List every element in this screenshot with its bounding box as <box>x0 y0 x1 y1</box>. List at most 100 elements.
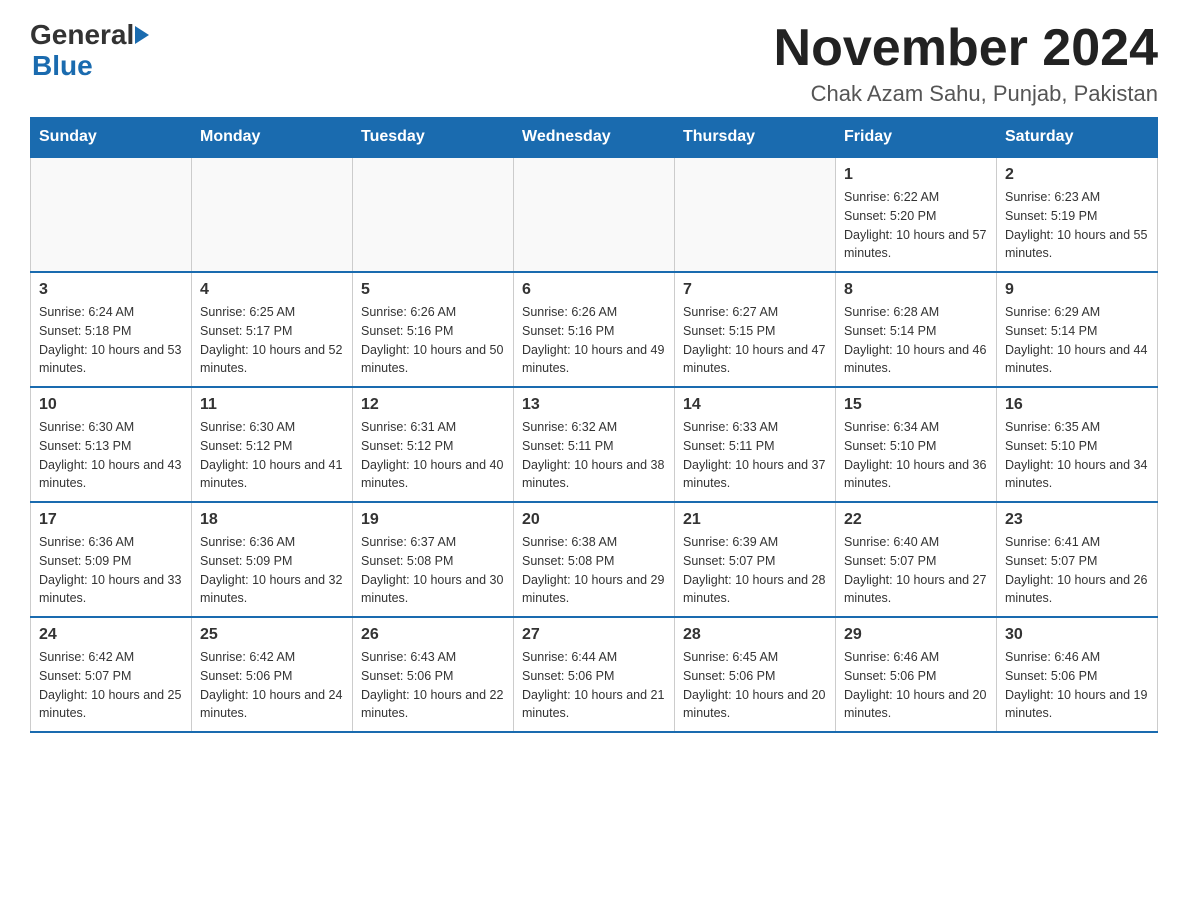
day-number: 28 <box>683 626 827 644</box>
day-info: Sunrise: 6:30 AMSunset: 5:13 PMDaylight:… <box>39 418 183 493</box>
day-info: Sunrise: 6:38 AMSunset: 5:08 PMDaylight:… <box>522 533 666 608</box>
calendar-day-header: Friday <box>836 118 997 158</box>
calendar-day-header: Tuesday <box>353 118 514 158</box>
day-info: Sunrise: 6:42 AMSunset: 5:06 PMDaylight:… <box>200 648 344 723</box>
day-info: Sunrise: 6:23 AMSunset: 5:19 PMDaylight:… <box>1005 188 1149 263</box>
day-info: Sunrise: 6:45 AMSunset: 5:06 PMDaylight:… <box>683 648 827 723</box>
day-info: Sunrise: 6:29 AMSunset: 5:14 PMDaylight:… <box>1005 303 1149 378</box>
day-info: Sunrise: 6:39 AMSunset: 5:07 PMDaylight:… <box>683 533 827 608</box>
table-row: 2 Sunrise: 6:23 AMSunset: 5:19 PMDaylight… <box>997 157 1158 272</box>
day-info: Sunrise: 6:37 AMSunset: 5:08 PMDaylight:… <box>361 533 505 608</box>
day-info: Sunrise: 6:32 AMSunset: 5:11 PMDaylight:… <box>522 418 666 493</box>
calendar-table: SundayMondayTuesdayWednesdayThursdayFrid… <box>30 117 1158 733</box>
day-number: 15 <box>844 396 988 414</box>
day-number: 10 <box>39 396 183 414</box>
day-info: Sunrise: 6:43 AMSunset: 5:06 PMDaylight:… <box>361 648 505 723</box>
day-info: Sunrise: 6:34 AMSunset: 5:10 PMDaylight:… <box>844 418 988 493</box>
table-row: 29Sunrise: 6:46 AMSunset: 5:06 PMDayligh… <box>836 617 997 732</box>
table-row: 4 Sunrise: 6:25 AMSunset: 5:17 PMDaylight… <box>192 272 353 387</box>
day-number: 22 <box>844 511 988 529</box>
day-number: 29 <box>844 626 988 644</box>
logo-general-text: General <box>30 20 134 51</box>
calendar-week-row: 1 Sunrise: 6:22 AMSunset: 5:20 PMDaylight… <box>31 157 1158 272</box>
day-number: 14 <box>683 396 827 414</box>
day-info: Sunrise: 6:31 AMSunset: 5:12 PMDaylight:… <box>361 418 505 493</box>
page-header: General Blue November 2024 Chak Azam Sah… <box>30 20 1158 107</box>
day-info: Sunrise: 6:41 AMSunset: 5:07 PMDaylight:… <box>1005 533 1149 608</box>
table-row <box>353 157 514 272</box>
day-info: Sunrise: 6:44 AMSunset: 5:06 PMDaylight:… <box>522 648 666 723</box>
calendar-day-header: Thursday <box>675 118 836 158</box>
calendar-week-row: 3Sunrise: 6:24 AMSunset: 5:18 PMDaylight… <box>31 272 1158 387</box>
table-row <box>514 157 675 272</box>
day-number: 19 <box>361 511 505 529</box>
table-row <box>192 157 353 272</box>
table-row: 1 Sunrise: 6:22 AMSunset: 5:20 PMDaylight… <box>836 157 997 272</box>
logo-triangle-icon <box>135 26 149 44</box>
logo-blue-text: Blue <box>32 51 93 82</box>
day-number: 11 <box>200 396 344 414</box>
day-number: 8 <box>844 281 988 299</box>
subtitle: Chak Azam Sahu, Punjab, Pakistan <box>774 81 1158 107</box>
day-number: 4 <box>200 281 344 299</box>
table-row: 13Sunrise: 6:32 AMSunset: 5:11 PMDayligh… <box>514 387 675 502</box>
calendar-header: SundayMondayTuesdayWednesdayThursdayFrid… <box>31 118 1158 158</box>
calendar-day-header: Sunday <box>31 118 192 158</box>
table-row: 15 Sunrise: 6:34 AMSunset: 5:10 PMDayligh… <box>836 387 997 502</box>
day-info: Sunrise: 6:40 AMSunset: 5:07 PMDaylight:… <box>844 533 988 608</box>
table-row: 5 Sunrise: 6:26 AMSunset: 5:16 PMDaylight… <box>353 272 514 387</box>
day-number: 24 <box>39 626 183 644</box>
logo: General Blue <box>30 20 150 82</box>
day-info: Sunrise: 6:42 AMSunset: 5:07 PMDaylight:… <box>39 648 183 723</box>
day-info: Sunrise: 6:25 AMSunset: 5:17 PMDaylight:… <box>200 303 344 378</box>
table-row: 25 Sunrise: 6:42 AMSunset: 5:06 PMDayligh… <box>192 617 353 732</box>
day-number: 16 <box>1005 396 1149 414</box>
title-section: November 2024 Chak Azam Sahu, Punjab, Pa… <box>774 20 1158 107</box>
day-info: Sunrise: 6:36 AMSunset: 5:09 PMDaylight:… <box>39 533 183 608</box>
day-info: Sunrise: 6:30 AMSunset: 5:12 PMDaylight:… <box>200 418 344 493</box>
day-number: 5 <box>361 281 505 299</box>
table-row: 12 Sunrise: 6:31 AMSunset: 5:12 PMDayligh… <box>353 387 514 502</box>
table-row: 7 Sunrise: 6:27 AMSunset: 5:15 PMDaylight… <box>675 272 836 387</box>
day-info: Sunrise: 6:27 AMSunset: 5:15 PMDaylight:… <box>683 303 827 378</box>
day-number: 17 <box>39 511 183 529</box>
day-number: 27 <box>522 626 666 644</box>
calendar-day-header: Saturday <box>997 118 1158 158</box>
day-info: Sunrise: 6:46 AMSunset: 5:06 PMDaylight:… <box>1005 648 1149 723</box>
day-info: Sunrise: 6:26 AMSunset: 5:16 PMDaylight:… <box>522 303 666 378</box>
day-number: 9 <box>1005 281 1149 299</box>
day-number: 2 <box>1005 166 1149 184</box>
day-info: Sunrise: 6:26 AMSunset: 5:16 PMDaylight:… <box>361 303 505 378</box>
day-number: 6 <box>522 281 666 299</box>
day-info: Sunrise: 6:22 AMSunset: 5:20 PMDaylight:… <box>844 188 988 263</box>
table-row: 18Sunrise: 6:36 AMSunset: 5:09 PMDayligh… <box>192 502 353 617</box>
table-row: 6 Sunrise: 6:26 AMSunset: 5:16 PMDaylight… <box>514 272 675 387</box>
table-row: 3Sunrise: 6:24 AMSunset: 5:18 PMDaylight… <box>31 272 192 387</box>
table-row <box>31 157 192 272</box>
day-number: 30 <box>1005 626 1149 644</box>
table-row: 20Sunrise: 6:38 AMSunset: 5:08 PMDayligh… <box>514 502 675 617</box>
main-title: November 2024 <box>774 20 1158 77</box>
day-number: 3 <box>39 281 183 299</box>
day-number: 1 <box>844 166 988 184</box>
day-number: 25 <box>200 626 344 644</box>
day-number: 7 <box>683 281 827 299</box>
day-number: 23 <box>1005 511 1149 529</box>
calendar-week-row: 24 Sunrise: 6:42 AMSunset: 5:07 PMDayligh… <box>31 617 1158 732</box>
day-number: 12 <box>361 396 505 414</box>
calendar-day-header: Wednesday <box>514 118 675 158</box>
table-row: 8Sunrise: 6:28 AMSunset: 5:14 PMDaylight… <box>836 272 997 387</box>
calendar-body: 1 Sunrise: 6:22 AMSunset: 5:20 PMDaylight… <box>31 157 1158 732</box>
table-row: 30 Sunrise: 6:46 AMSunset: 5:06 PMDayligh… <box>997 617 1158 732</box>
table-row: 19 Sunrise: 6:37 AMSunset: 5:08 PMDayligh… <box>353 502 514 617</box>
table-row: 14Sunrise: 6:33 AMSunset: 5:11 PMDayligh… <box>675 387 836 502</box>
calendar-week-row: 17 Sunrise: 6:36 AMSunset: 5:09 PMDayligh… <box>31 502 1158 617</box>
table-row: 26 Sunrise: 6:43 AMSunset: 5:06 PMDayligh… <box>353 617 514 732</box>
table-row: 23 Sunrise: 6:41 AMSunset: 5:07 PMDayligh… <box>997 502 1158 617</box>
table-row: 21Sunrise: 6:39 AMSunset: 5:07 PMDayligh… <box>675 502 836 617</box>
table-row: 11 Sunrise: 6:30 AMSunset: 5:12 PMDayligh… <box>192 387 353 502</box>
table-row: 16Sunrise: 6:35 AMSunset: 5:10 PMDayligh… <box>997 387 1158 502</box>
table-row: 10 Sunrise: 6:30 AMSunset: 5:13 PMDayligh… <box>31 387 192 502</box>
day-number: 26 <box>361 626 505 644</box>
day-info: Sunrise: 6:36 AMSunset: 5:09 PMDaylight:… <box>200 533 344 608</box>
